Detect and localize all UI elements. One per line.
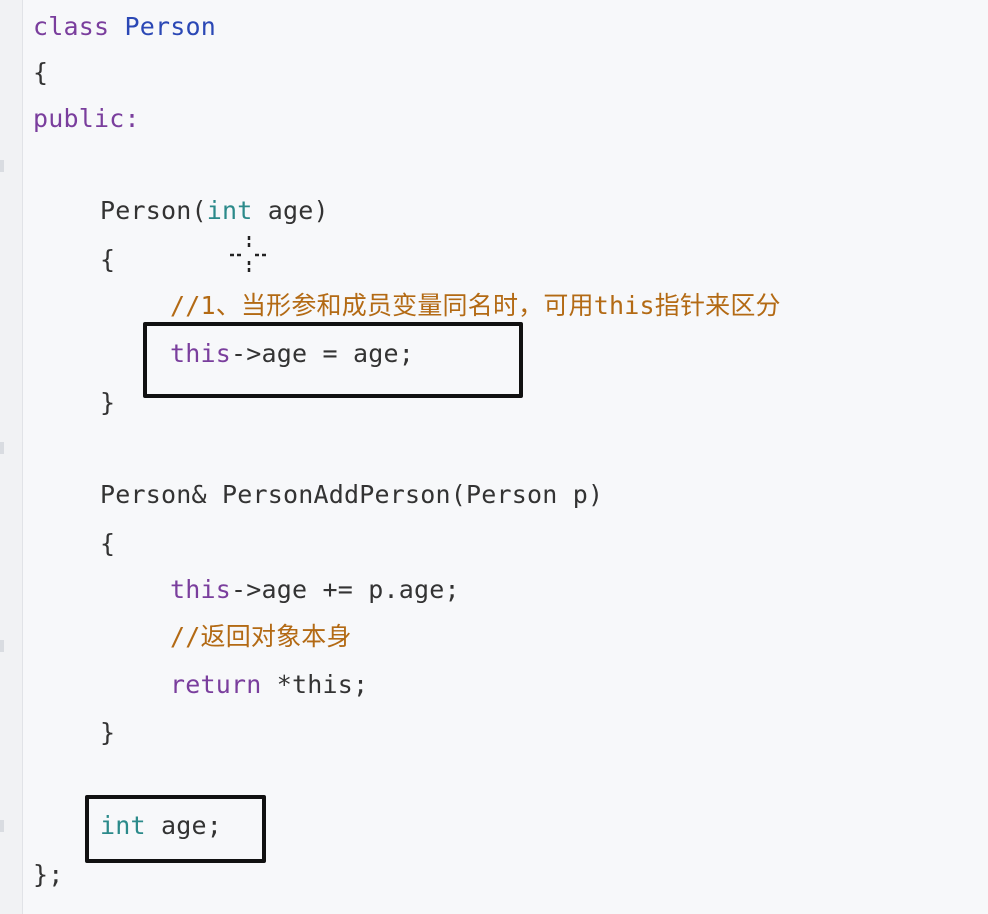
keyword-this: this — [170, 575, 232, 604]
code-line-public: public: — [33, 104, 140, 133]
crosshair-cursor-icon — [230, 236, 268, 274]
code-line-ctor-close: } — [100, 388, 116, 417]
code-comment-return-self: //返回对象本身 — [170, 622, 352, 651]
code-line-add-assign: this->age += p.age; — [170, 567, 460, 613]
type-int: int — [206, 196, 253, 225]
code-line-class-decl: class Person — [33, 4, 216, 50]
highlight-box-member-decl — [85, 795, 266, 863]
code-line-method-close: } — [100, 718, 116, 747]
class-name: Person — [124, 12, 217, 41]
constructor-name: Person( — [100, 196, 207, 225]
code-line-method-signature: Person& PersonAddPerson(Person p) — [100, 480, 604, 509]
highlight-box-this-assign — [143, 322, 523, 398]
return-expression: *this; — [261, 670, 369, 699]
code-line-open-brace: { — [33, 58, 49, 87]
code-line-class-close: }; — [33, 860, 64, 889]
code-editor[interactable]: class Person { public: Person(int age) {… — [0, 0, 988, 914]
code-line-constructor: Person(int age) — [100, 188, 329, 234]
code-line-ctor-open: { — [100, 245, 116, 274]
keyword-return: return — [170, 670, 262, 699]
constructor-params: age) — [252, 196, 329, 225]
code-line-return: return *this; — [170, 662, 368, 708]
add-assign-expression: ->age += p.age; — [231, 575, 460, 604]
code-block: class Person { public: Person(int age) {… — [0, 0, 988, 914]
code-line-method-open: { — [100, 529, 116, 558]
keyword-class: class — [33, 12, 110, 41]
